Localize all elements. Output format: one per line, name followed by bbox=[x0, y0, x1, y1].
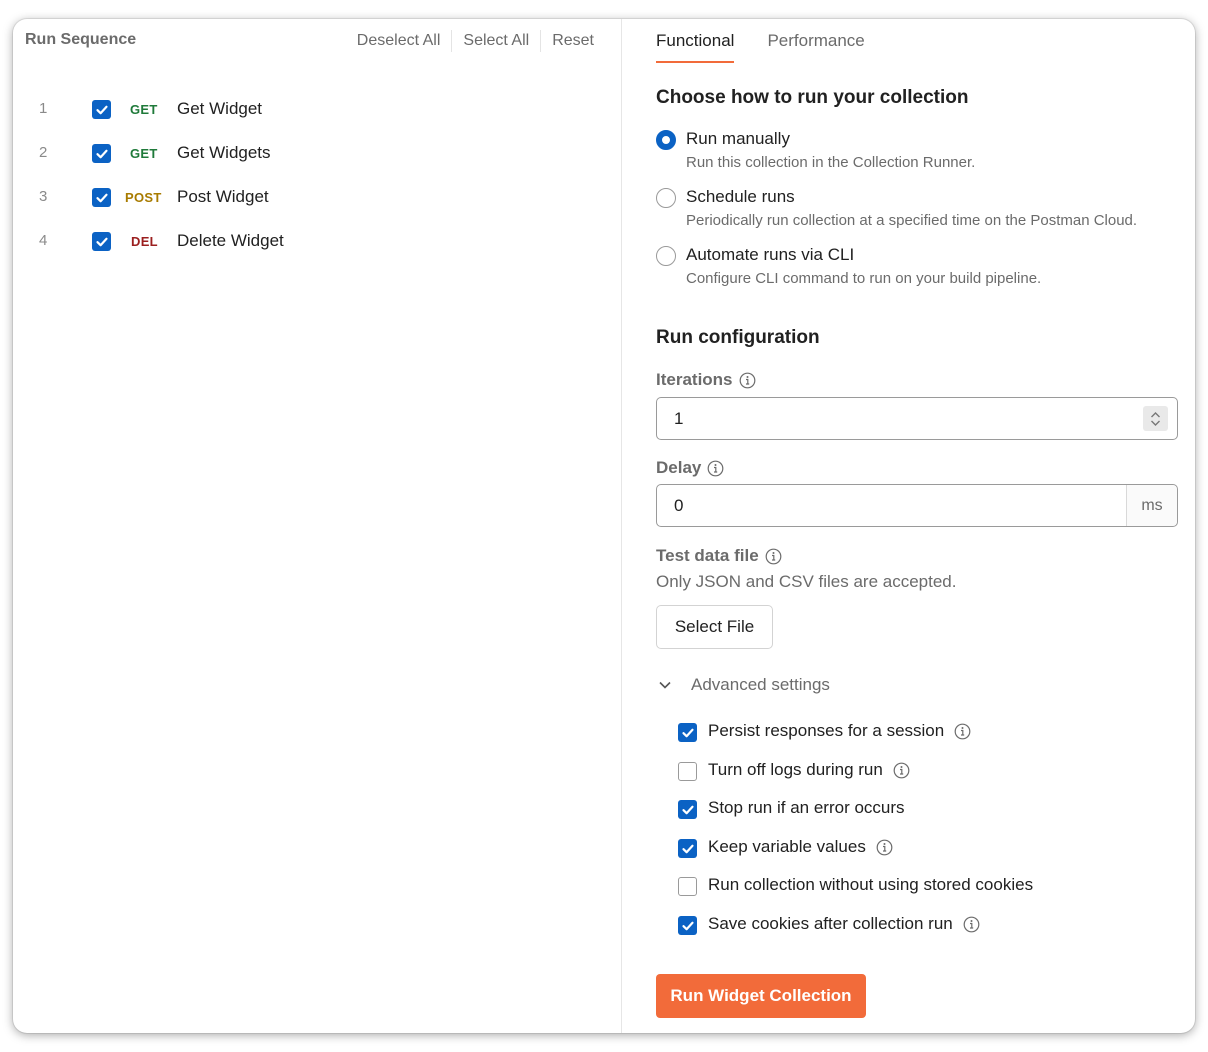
run-collection-button[interactable]: Run Widget Collection bbox=[656, 974, 866, 1018]
checkmark-icon bbox=[95, 105, 108, 114]
run-sequence-header: Run Sequence Deselect All Select All Res… bbox=[13, 19, 621, 63]
delay-label: Delay bbox=[656, 458, 724, 478]
tab-functional[interactable]: Functional bbox=[656, 31, 735, 63]
checkmark-icon bbox=[95, 193, 108, 202]
checkmark-icon bbox=[681, 921, 694, 930]
iterations-stepper[interactable] bbox=[1143, 406, 1168, 431]
select-all-button[interactable]: Select All bbox=[452, 32, 540, 50]
info-icon[interactable] bbox=[765, 548, 782, 565]
checkmark-icon bbox=[681, 844, 694, 853]
request-number: 1 bbox=[39, 100, 48, 117]
request-checkbox[interactable] bbox=[92, 188, 111, 207]
tab-performance[interactable]: Performance bbox=[767, 31, 864, 63]
option-label: Persist responses for a session bbox=[708, 721, 971, 741]
test-data-label: Test data file bbox=[656, 546, 782, 566]
iterations-label-text: Iterations bbox=[656, 370, 733, 389]
option-checkbox[interactable] bbox=[678, 877, 697, 896]
chevron-down-icon bbox=[659, 681, 671, 689]
request-row[interactable]: 1 GET Get Widget bbox=[13, 87, 621, 131]
radio-label: Run manually bbox=[686, 129, 790, 148]
iterations-label: Iterations bbox=[656, 370, 756, 390]
radio-description: Configure CLI command to run on your bui… bbox=[686, 270, 1042, 287]
sequence-actions: Deselect All Select All Reset bbox=[346, 30, 605, 52]
option-label: Save cookies after collection run bbox=[708, 914, 980, 934]
option-label: Stop run if an error occurs bbox=[708, 798, 905, 818]
option-label-text: Keep variable values bbox=[708, 837, 866, 856]
option-label-text: Persist responses for a session bbox=[708, 721, 945, 740]
request-number: 3 bbox=[39, 188, 48, 205]
option-label: Keep variable values bbox=[708, 837, 893, 857]
schedule-runs-radio[interactable] bbox=[656, 188, 676, 208]
delay-input[interactable]: 0 ms bbox=[656, 484, 1178, 527]
run-configuration-heading: Run configuration bbox=[656, 327, 820, 348]
delay-label-text: Delay bbox=[656, 458, 702, 477]
request-name: Delete Widget bbox=[177, 231, 284, 250]
checkmark-icon bbox=[95, 149, 108, 158]
delay-value: 0 bbox=[674, 496, 684, 515]
radio-label: Automate runs via CLI bbox=[686, 245, 855, 264]
info-icon[interactable] bbox=[876, 839, 893, 856]
option-label: Run collection without using stored cook… bbox=[708, 875, 1033, 895]
run-type-tabs: Functional Performance bbox=[656, 31, 898, 63]
request-row[interactable]: 2 GET Get Widgets bbox=[13, 131, 621, 175]
request-checkbox[interactable] bbox=[92, 232, 111, 251]
method-badge: DEL bbox=[131, 234, 158, 249]
chevron-up-icon bbox=[1151, 411, 1160, 417]
info-icon[interactable] bbox=[893, 762, 910, 779]
run-settings-panel: Functional Performance Choose how to run… bbox=[623, 19, 1195, 1033]
checkmark-icon bbox=[681, 728, 694, 737]
info-icon[interactable] bbox=[954, 723, 971, 740]
advanced-settings-label: Advanced settings bbox=[691, 675, 830, 694]
option-label-text: Save cookies after collection run bbox=[708, 914, 953, 933]
option-label-text: Stop run if an error occurs bbox=[708, 798, 905, 817]
method-badge: GET bbox=[130, 146, 158, 161]
request-name: Post Widget bbox=[177, 187, 269, 206]
request-row[interactable]: 3 POST Post Widget bbox=[13, 175, 621, 219]
option-checkbox[interactable] bbox=[678, 916, 697, 935]
request-name: Get Widget bbox=[177, 99, 263, 118]
run-sequence-title: Run Sequence bbox=[25, 31, 137, 48]
request-number: 2 bbox=[39, 144, 48, 161]
option-checkbox[interactable] bbox=[678, 723, 697, 742]
select-file-button[interactable]: Select File bbox=[656, 605, 773, 649]
info-icon[interactable] bbox=[707, 460, 724, 477]
request-checkbox[interactable] bbox=[92, 144, 111, 163]
method-badge: GET bbox=[130, 102, 158, 117]
delay-unit: ms bbox=[1126, 485, 1177, 526]
request-checkbox[interactable] bbox=[92, 100, 111, 119]
info-icon[interactable] bbox=[963, 916, 980, 933]
radio-description: Run this collection in the Collection Ru… bbox=[686, 154, 976, 171]
request-list: 1 GET Get Widget 2 GET Get Widgets 3 POS… bbox=[13, 87, 621, 263]
iterations-input[interactable]: 1 bbox=[656, 397, 1178, 440]
option-checkbox[interactable] bbox=[678, 800, 697, 819]
option-label-text: Turn off logs during run bbox=[708, 760, 883, 779]
request-number: 4 bbox=[39, 232, 48, 249]
option-checkbox[interactable] bbox=[678, 839, 697, 858]
collection-runner-window: Run Sequence Deselect All Select All Res… bbox=[13, 19, 1195, 1033]
info-icon[interactable] bbox=[739, 372, 756, 389]
advanced-settings-toggle[interactable]: Advanced settings bbox=[658, 675, 830, 695]
iterations-value: 1 bbox=[674, 409, 684, 428]
automate-cli-radio[interactable] bbox=[656, 246, 676, 266]
chevron-down-icon bbox=[1151, 420, 1160, 426]
request-name: Get Widgets bbox=[177, 143, 271, 162]
radio-description: Periodically run collection at a specifi… bbox=[686, 212, 1138, 229]
option-label: Turn off logs during run bbox=[708, 760, 910, 780]
reset-button[interactable]: Reset bbox=[541, 32, 605, 50]
option-checkbox[interactable] bbox=[678, 762, 697, 781]
test-data-hint: Only JSON and CSV files are accepted. bbox=[656, 572, 957, 591]
checkmark-icon bbox=[681, 805, 694, 814]
checkmark-icon bbox=[95, 237, 108, 246]
run-mode-heading: Choose how to run your collection bbox=[656, 87, 969, 108]
request-row[interactable]: 4 DEL Delete Widget bbox=[13, 219, 621, 263]
run-sequence-panel: Run Sequence Deselect All Select All Res… bbox=[13, 19, 622, 1033]
method-badge: POST bbox=[125, 190, 162, 205]
test-data-label-text: Test data file bbox=[656, 546, 759, 565]
run-manually-radio[interactable] bbox=[656, 130, 676, 150]
radio-label: Schedule runs bbox=[686, 187, 795, 206]
deselect-all-button[interactable]: Deselect All bbox=[346, 32, 452, 50]
option-label-text: Run collection without using stored cook… bbox=[708, 875, 1034, 894]
